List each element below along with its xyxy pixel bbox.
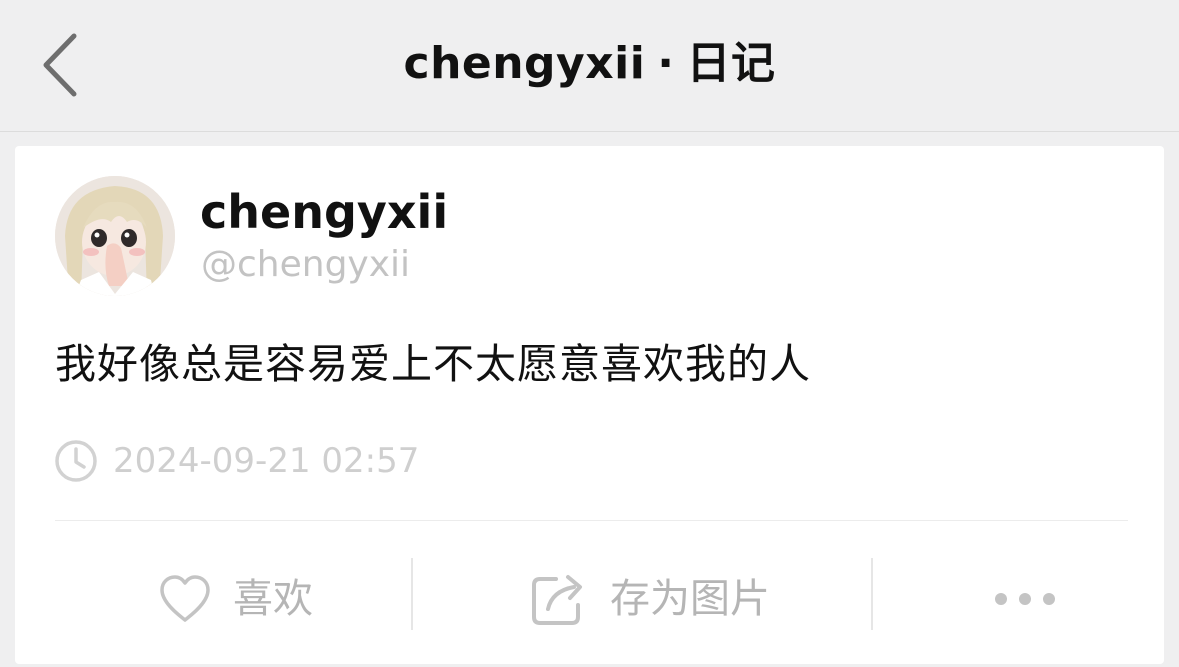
like-label: 喜欢 bbox=[233, 576, 313, 622]
timestamp-text: 2024-09-21 02:57 bbox=[113, 441, 420, 481]
timestamp-row: 2024-09-21 02:57 bbox=[53, 438, 419, 484]
save-image-button[interactable]: 存为图片 bbox=[435, 556, 865, 642]
like-button[interactable]: 喜欢 bbox=[75, 556, 395, 642]
heart-icon bbox=[160, 575, 210, 622]
more-dots-icon bbox=[995, 593, 1055, 605]
user-display-name[interactable]: chengyxii bbox=[200, 184, 448, 240]
action-separator bbox=[411, 558, 413, 630]
more-button[interactable] bbox=[895, 556, 1155, 642]
action-bar: 喜欢 存为图片 bbox=[15, 556, 1164, 642]
page-title-suffix: 日记 bbox=[686, 38, 776, 89]
action-separator bbox=[871, 558, 873, 630]
share-out-icon bbox=[532, 575, 582, 625]
page-title: chengyxii · 日记 bbox=[0, 34, 1179, 94]
page-title-separator: · bbox=[657, 38, 675, 89]
post-text: 我好像总是容易爱上不太愿意喜欢我的人 bbox=[55, 340, 811, 388]
clock-icon bbox=[55, 440, 97, 482]
avatar[interactable] bbox=[55, 176, 175, 296]
avatar-image bbox=[55, 176, 175, 296]
user-handle: @chengyxii bbox=[201, 244, 411, 285]
diary-card: chengyxii @chengyxii 我好像总是容易爱上不太愿意喜欢我的人 … bbox=[15, 146, 1164, 664]
page-title-name: chengyxii bbox=[403, 38, 646, 89]
navigation-bar: chengyxii · 日记 bbox=[0, 0, 1179, 132]
save-image-label: 存为图片 bbox=[610, 576, 770, 622]
divider bbox=[55, 520, 1128, 521]
